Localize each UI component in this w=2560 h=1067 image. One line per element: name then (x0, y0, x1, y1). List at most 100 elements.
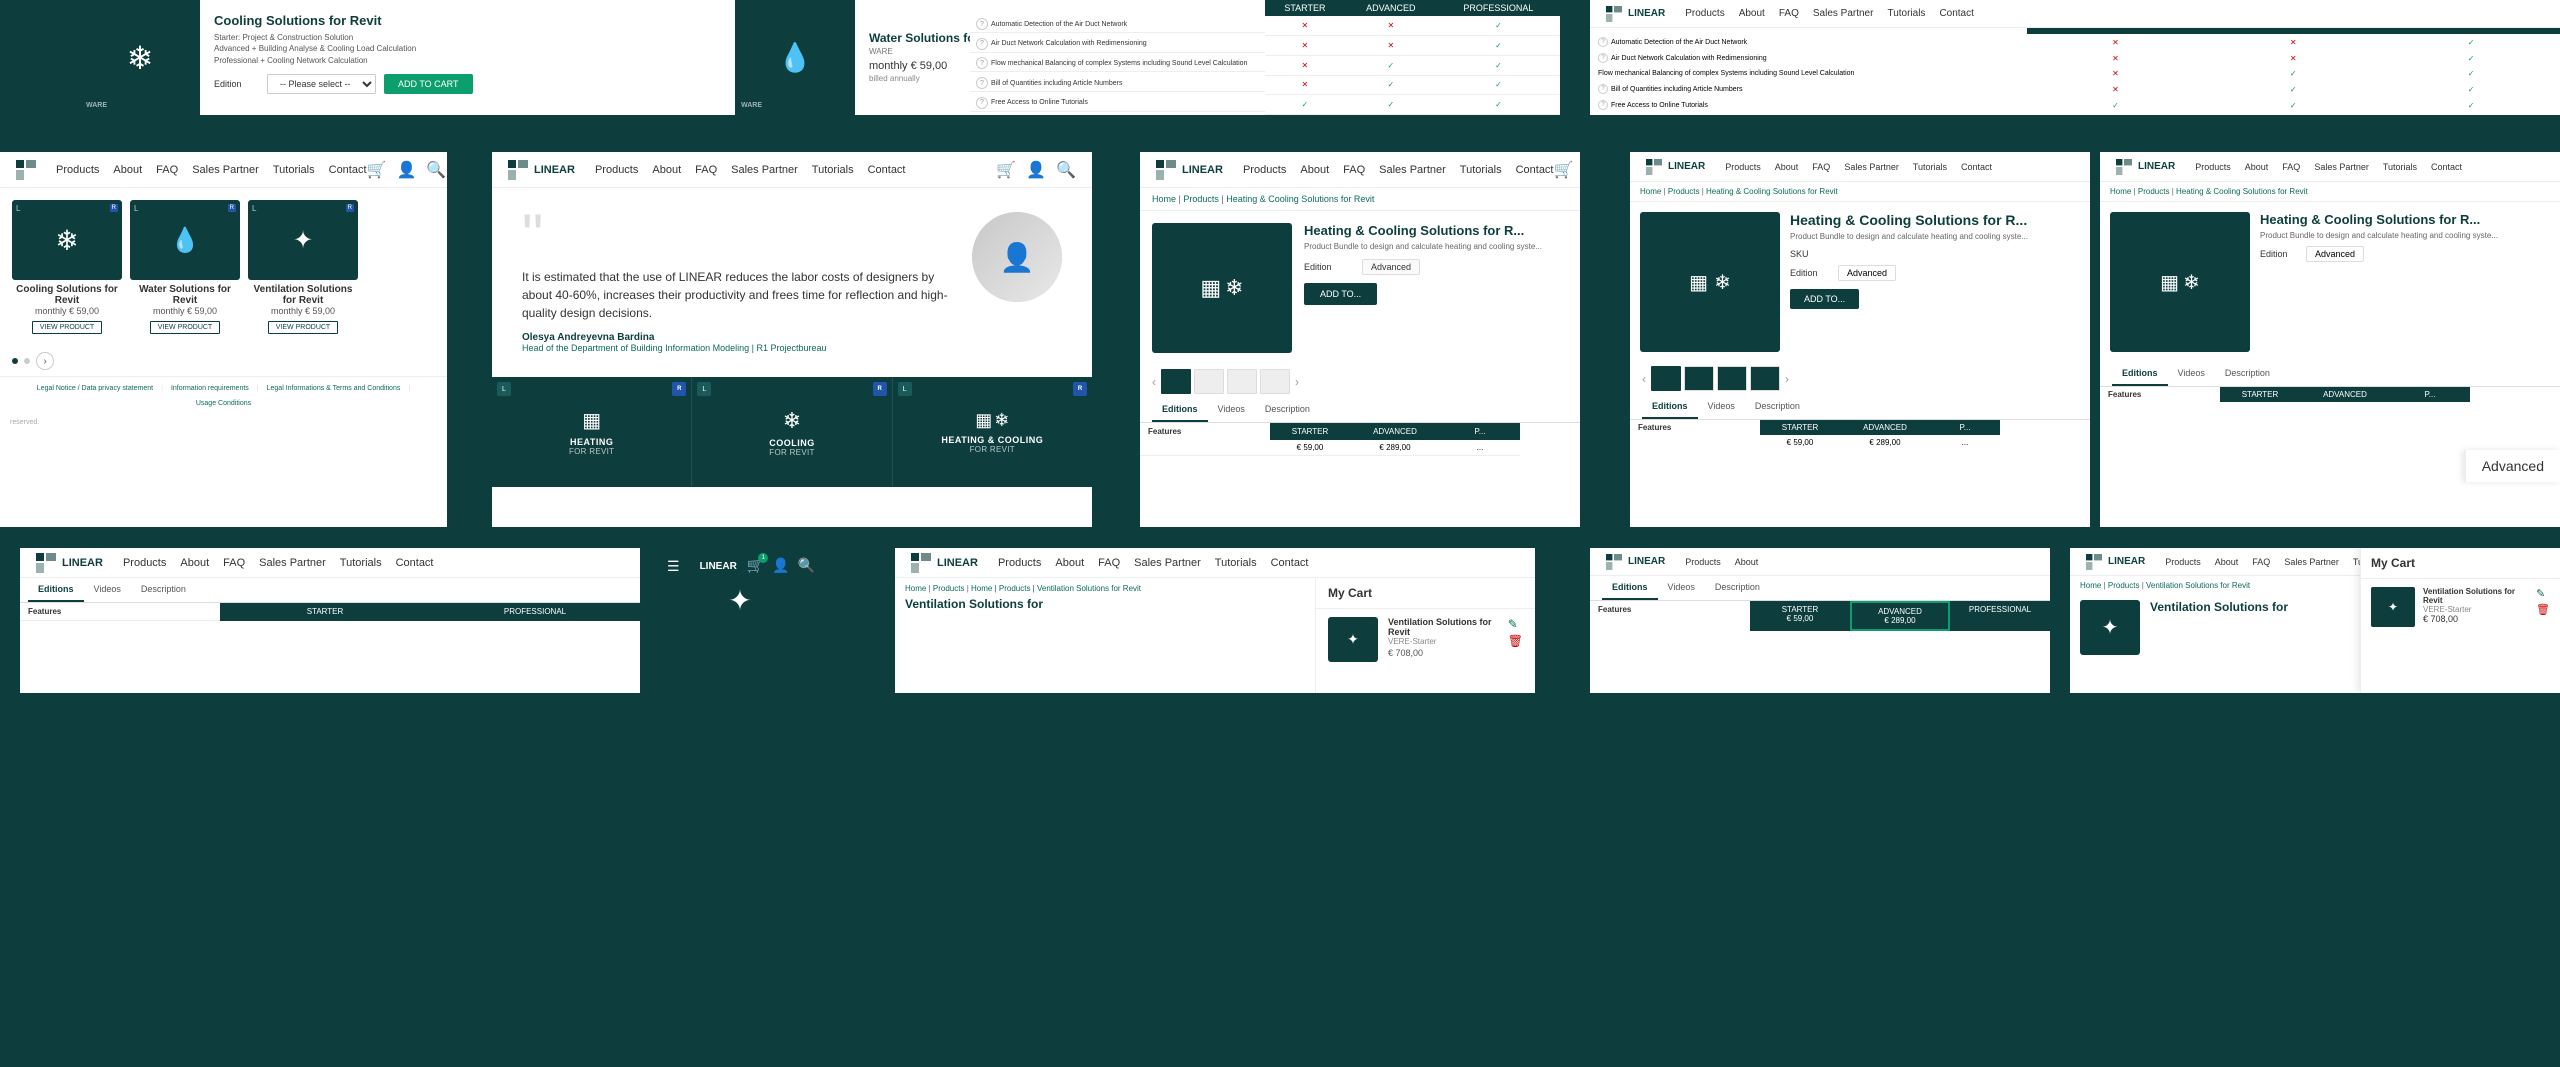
view-product-btn-cooling[interactable]: VIEW PRODUCT (32, 321, 102, 334)
bc-home-mr[interactable]: Home (1640, 187, 1661, 196)
nav-sales-fr[interactable]: Sales Partner (2314, 162, 2369, 172)
nav-contact-topright[interactable]: Contact (1939, 8, 1973, 19)
thumb-1-hc[interactable] (1161, 369, 1191, 394)
editions-tab-description[interactable]: Description (1255, 398, 1320, 422)
add-to-cart-midright[interactable]: ADD TO... (1790, 289, 1859, 309)
nav-sales-bot[interactable]: Sales Partner (259, 557, 326, 569)
nav-about-testimonial[interactable]: About (652, 164, 681, 176)
nav-products-detail[interactable]: Products (1243, 164, 1286, 176)
nav-about-fr[interactable]: About (2245, 162, 2269, 172)
hamburger-icon[interactable]: ☰ (667, 558, 680, 575)
nav-link-products[interactable]: Products (56, 164, 99, 176)
nav-contact-testimonial[interactable]: Contact (868, 164, 906, 176)
tab-description-mr[interactable]: Description (1745, 395, 1810, 419)
nav-sales-midright[interactable]: Sales Partner (1844, 162, 1899, 172)
tab-editions-fr[interactable]: Editions (2112, 362, 2168, 386)
user-icon-testimonial[interactable]: 👤 (1026, 160, 1046, 180)
nav-products-fr[interactable]: Products (2195, 162, 2231, 172)
thumb4-mr[interactable] (1750, 366, 1780, 391)
breadcrumb-products[interactable]: Products (1183, 194, 1219, 204)
nav-link-about[interactable]: About (113, 164, 142, 176)
editions-tab-bot-editions[interactable]: Editions (28, 578, 84, 602)
cart-edit-icon[interactable]: ✎ (1508, 617, 1523, 631)
nav-about-fbr[interactable]: About (2215, 557, 2239, 567)
nav-sales-ventilation[interactable]: Sales Partner (1134, 557, 1201, 569)
editions-tab-bot-videos[interactable]: Videos (84, 578, 131, 602)
edition-select-cooling[interactable]: -- Please select -- (267, 74, 376, 94)
bc-home-fbr[interactable]: Home (2080, 581, 2101, 590)
search-icon-testimonial[interactable]: 🔍 (1056, 160, 1076, 180)
nav-contact-fr[interactable]: Contact (2431, 162, 2462, 172)
nav-faq-bot[interactable]: FAQ (223, 557, 245, 569)
thumb3-mr[interactable] (1717, 366, 1747, 391)
view-product-btn-ventilation[interactable]: VIEW PRODUCT (268, 321, 338, 334)
nav-contact-detail[interactable]: Contact (1516, 164, 1554, 176)
editions-tab-bot-description[interactable]: Description (131, 578, 196, 602)
nav-tutorials-testimonial[interactable]: Tutorials (812, 164, 854, 176)
nav-products-ventilation[interactable]: Products (998, 557, 1041, 569)
nav-sales-testimonial[interactable]: Sales Partner (731, 164, 798, 176)
tab-description-br[interactable]: Description (1705, 576, 1770, 600)
nav-about-topright[interactable]: About (1739, 8, 1765, 19)
tab-description-fr[interactable]: Description (2215, 362, 2280, 386)
nav-contact-midright[interactable]: Contact (1961, 162, 1992, 172)
cart-edit-fbr[interactable]: ✎ (2536, 587, 2550, 600)
thumb-next-mr[interactable]: › (1783, 372, 1791, 386)
nav-faq-ventilation[interactable]: FAQ (1098, 557, 1120, 569)
thumb-4-hc[interactable] (1260, 369, 1290, 394)
footer-info-req[interactable]: Information requirements (171, 385, 249, 392)
nav-faq-fbr[interactable]: FAQ (2252, 557, 2270, 567)
tab-editions-mr[interactable]: Editions (1642, 395, 1698, 419)
carousel-dot-2[interactable] (24, 358, 30, 364)
nav-contact-bot[interactable]: Contact (396, 557, 434, 569)
footer-usage[interactable]: Usage Conditions (196, 400, 251, 407)
thumb-prev-arrow[interactable]: ‹ (1150, 375, 1158, 389)
cart-delete-fbr[interactable]: 🗑 (2536, 603, 2550, 616)
nav-tutorials-detail[interactable]: Tutorials (1460, 164, 1502, 176)
nav-products-bot[interactable]: Products (123, 557, 166, 569)
nav-about-detail[interactable]: About (1300, 164, 1329, 176)
nav-sales-topright[interactable]: Sales Partner (1813, 8, 1874, 19)
nav-sales-detail[interactable]: Sales Partner (1379, 164, 1446, 176)
view-product-btn-water[interactable]: VIEW PRODUCT (150, 321, 220, 334)
thumb-2-hc[interactable] (1194, 369, 1224, 394)
nav-faq-fr[interactable]: FAQ (2282, 162, 2300, 172)
nav-products-br[interactable]: Products (1685, 557, 1721, 567)
nav-about-bot[interactable]: About (180, 557, 209, 569)
breadcrumb-home[interactable]: Home (1152, 194, 1176, 204)
thumb-3-hc[interactable] (1227, 369, 1257, 394)
thumb-next-arrow[interactable]: › (1293, 375, 1301, 389)
carousel-dot-1[interactable] (12, 358, 18, 364)
nav-products-topright[interactable]: Products (1685, 8, 1724, 19)
tab-videos-br[interactable]: Videos (1658, 576, 1705, 600)
search-icon[interactable]: 🔍 (426, 160, 446, 180)
nav-link-faq[interactable]: FAQ (156, 164, 178, 176)
nav-tutorials-topright[interactable]: Tutorials (1887, 8, 1925, 19)
nav-about-ventilation[interactable]: About (1055, 557, 1084, 569)
editions-tab-videos[interactable]: Videos (1208, 398, 1255, 422)
cart-icon-detail[interactable]: 🛒 (1554, 160, 1574, 180)
nav-tutorials-midright[interactable]: Tutorials (1913, 162, 1947, 172)
breadcrumb-home-vent[interactable]: Home (905, 584, 926, 593)
search-icon-mobile[interactable]: 🔍 (798, 557, 815, 575)
nav-faq-topright[interactable]: FAQ (1779, 8, 1799, 19)
nav-about-midright[interactable]: About (1775, 162, 1799, 172)
nav-tutorials-fr[interactable]: Tutorials (2383, 162, 2417, 172)
nav-tutorials-ventilation[interactable]: Tutorials (1215, 557, 1257, 569)
bc-products-fbr[interactable]: Products (2108, 581, 2140, 590)
cart-icon[interactable]: 🛒 (367, 160, 387, 180)
thumb1-mr[interactable] (1651, 366, 1681, 391)
nav-contact-ventilation[interactable]: Contact (1271, 557, 1309, 569)
thumb-prev-mr[interactable]: ‹ (1640, 372, 1648, 386)
nav-faq-midright[interactable]: FAQ (1812, 162, 1830, 172)
nav-sales-fbr[interactable]: Sales Partner (2284, 557, 2339, 567)
carousel-next-arrow[interactable]: › (36, 352, 54, 370)
nav-products-testimonial[interactable]: Products (595, 164, 638, 176)
nav-link-contact[interactable]: Contact (329, 164, 367, 176)
nav-faq-detail[interactable]: FAQ (1343, 164, 1365, 176)
editions-tab-editions[interactable]: Editions (1152, 398, 1208, 422)
add-to-cart-button-cooling[interactable]: ADD TO CART (384, 74, 473, 94)
bc-home-fr[interactable]: Home (2110, 187, 2131, 196)
nav-link-tutorials[interactable]: Tutorials (273, 164, 315, 176)
cart-delete-icon[interactable]: 🗑 (1508, 634, 1523, 648)
